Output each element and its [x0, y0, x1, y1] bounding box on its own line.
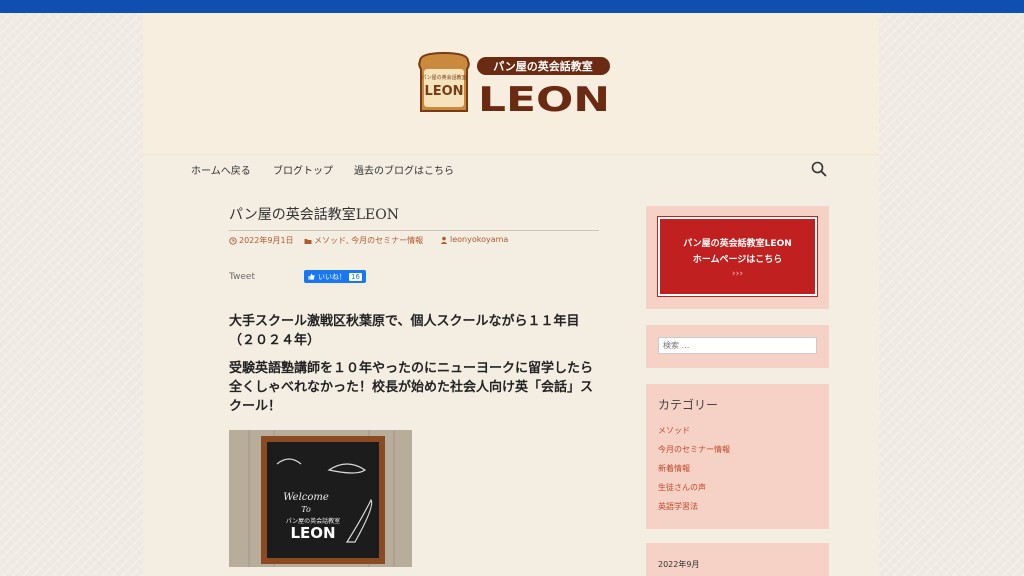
post-date-text: 2022年9月1日 — [239, 236, 294, 245]
user-icon — [440, 236, 448, 244]
banner-line-1: パン屋の英会話教室LEON — [683, 239, 792, 249]
nav-blog-top[interactable]: ブログトップ — [273, 162, 333, 177]
nav-home[interactable]: ホームへ戻る — [191, 162, 251, 177]
sign-main-text: LEON — [290, 524, 335, 542]
main-nav: ホームへ戻る ブログトップ 過去のブログはこちら — [143, 154, 879, 185]
folder-icon — [304, 238, 312, 244]
logo-title-en: LEON — [478, 80, 610, 115]
post-author-text: leonyokoyama — [450, 235, 509, 244]
post-title[interactable]: パン屋の英会話教室LEON — [229, 204, 599, 224]
tweet-button[interactable]: Tweet — [229, 272, 255, 282]
logo-title-jp: パン屋の英会話教室 — [493, 59, 593, 73]
welcome-sign-photo: Welcome To パン屋の英会話教室 LEON — [229, 430, 412, 567]
post-paragraph-2: 受験英語塾講師を１０年やったのにニューヨークに留学したら全くしゃべれなかった！校… — [229, 361, 594, 414]
title-divider — [229, 230, 599, 231]
banner-line-2: ホームページはこちら — [692, 255, 783, 265]
banner-arrows-icon: ››› — [731, 269, 744, 279]
categories-widget: カテゴリー メソッド 今月のセミナー情報 新着情報 生徒さんの声 英語学習法 — [646, 384, 829, 529]
like-button[interactable]: いいね！ 16 — [304, 270, 366, 283]
category-link-news[interactable]: 新着情報 — [658, 463, 690, 474]
archive-widget: 2022年9月 — [646, 543, 829, 576]
categories-title: カテゴリー — [658, 398, 719, 412]
site-header: パン屋の英会話教室 LEON パン屋の英会話教室 LEON — [143, 13, 879, 154]
post-categories[interactable]: メソッド, 今月のセミナー情報 — [304, 235, 423, 246]
homepage-banner[interactable]: パン屋の英会話教室LEON ホームページはこちら ››› — [657, 216, 818, 297]
sign-welcome-text: Welcome — [283, 492, 329, 503]
logo-badge-caption: パン屋の英会話教室 — [421, 74, 466, 81]
nav-past-blog[interactable]: 過去のブログはこちら — [354, 162, 454, 177]
homepage-banner-widget: パン屋の英会話教室LEON ホームページはこちら ››› — [646, 206, 829, 309]
search-icon[interactable] — [811, 161, 827, 177]
clock-icon — [229, 236, 237, 245]
category-link-testimonials[interactable]: 生徒さんの声 — [658, 482, 706, 493]
top-accent-bar — [0, 0, 1024, 13]
category-link-seminar[interactable]: 今月のセミナー情報 — [658, 444, 730, 455]
like-label: いいね！ — [318, 272, 346, 281]
logo-badge-text: LEON — [424, 84, 463, 99]
post-paragraph-1: 大手スクール激戦区秋葉原で、個人スクールながら１１年目（２０２４年） — [229, 314, 580, 348]
sidebar-search-input[interactable] — [658, 337, 817, 354]
site-logo[interactable]: パン屋の英会話教室 LEON パン屋の英会話教室 LEON — [414, 51, 610, 115]
site-container: パン屋の英会話教室 LEON パン屋の英会話教室 LEON ホームへ戻る ブログ… — [143, 13, 879, 576]
thumbs-up-icon — [308, 273, 315, 280]
search-widget — [646, 325, 829, 368]
sign-to-text: To — [301, 505, 311, 514]
archive-item[interactable]: 2022年9月 — [658, 559, 699, 570]
post-date[interactable]: 2022年9月1日 — [229, 235, 294, 246]
post-categories-text: メソッド, 今月のセミナー情報 — [314, 236, 424, 245]
like-count: 16 — [349, 272, 362, 281]
category-link-study-method[interactable]: 英語学習法 — [658, 501, 698, 512]
category-link-method[interactable]: メソッド — [658, 425, 690, 436]
post-author[interactable]: leonyokoyama — [440, 235, 508, 244]
